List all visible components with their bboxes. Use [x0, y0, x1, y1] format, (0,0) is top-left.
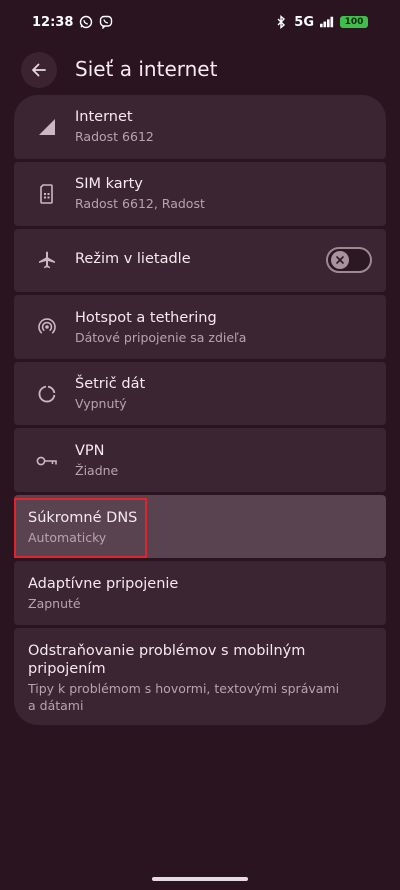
settings-item-airplane-mode[interactable]: Režim v lietadle [14, 229, 386, 292]
signal-icon [36, 116, 58, 138]
settings-item-summary: Zapnuté [28, 596, 81, 611]
settings-item-title: Šetrič dát [75, 376, 146, 392]
settings-item-title: Hotspot a tethering [75, 310, 217, 326]
airplane-icon [36, 249, 58, 271]
settings-item-internet[interactable]: Internet Radost 6612 [14, 95, 386, 159]
settings-item-data-saver[interactable]: Šetrič dát Vypnutý [14, 362, 386, 425]
settings-item-hotspot[interactable]: Hotspot a tethering Dátové pripojenie sa… [14, 295, 386, 359]
home-indicator[interactable] [152, 877, 248, 881]
back-button[interactable] [21, 52, 57, 88]
viber-icon [99, 15, 113, 29]
bluetooth-icon [274, 15, 288, 29]
settings-item-title-line1: Odstraňovanie problémov s mobilným [28, 643, 306, 659]
settings-item-title: Režim v lietadle [75, 251, 191, 267]
status-time: 12:38 [32, 14, 74, 30]
settings-item-title: Internet [75, 109, 133, 125]
signal-bars-icon [320, 15, 334, 29]
settings-item-summary-line1: Tipy k problémom s hovormi, textovými sp… [28, 681, 340, 696]
settings-item-troubleshooting[interactable]: Odstraňovanie problémov s mobilným pripo… [14, 628, 386, 725]
airplane-mode-toggle[interactable] [326, 247, 372, 273]
status-bar: 12:38 5G 100 [0, 0, 400, 44]
settings-item-title: VPN [75, 443, 105, 459]
hotspot-icon [36, 316, 58, 338]
settings-item-title: Adaptívne pripojenie [28, 576, 179, 592]
settings-item-summary: Žiadne [75, 463, 119, 478]
settings-item-title-line2: pripojením [28, 661, 106, 677]
settings-item-summary: Vypnutý [75, 396, 127, 411]
toggle-knob [331, 251, 349, 269]
settings-item-summary: Dátové pripojenie sa zdieľa [75, 330, 247, 345]
settings-item-summary-line2: a dátami [28, 698, 84, 713]
network-type: 5G [294, 14, 314, 30]
status-left: 12:38 [32, 15, 113, 30]
settings-item-adaptive-connectivity[interactable]: Adaptívne pripojenie Zapnuté [14, 561, 386, 625]
status-right: 5G 100 [274, 15, 368, 30]
sim-card-icon [36, 183, 58, 205]
settings-item-title: SIM karty [75, 176, 143, 192]
settings-item-summary: Radost 6612, Radost [75, 196, 205, 211]
app-bar: Sieť a internet [0, 50, 400, 90]
whatsapp-icon [79, 15, 93, 29]
page-title: Sieť a internet [75, 57, 218, 81]
arrow-back-icon [32, 63, 46, 77]
settings-item-summary: Radost 6612 [75, 129, 154, 144]
battery-indicator: 100 [340, 16, 368, 28]
close-icon [336, 256, 344, 264]
data-saver-icon [36, 383, 58, 405]
settings-item-sim-cards[interactable]: SIM karty Radost 6612, Radost [14, 162, 386, 226]
settings-item-vpn[interactable]: VPN Žiadne [14, 428, 386, 492]
highlight-annotation [14, 498, 147, 558]
vpn-key-icon [36, 450, 58, 472]
